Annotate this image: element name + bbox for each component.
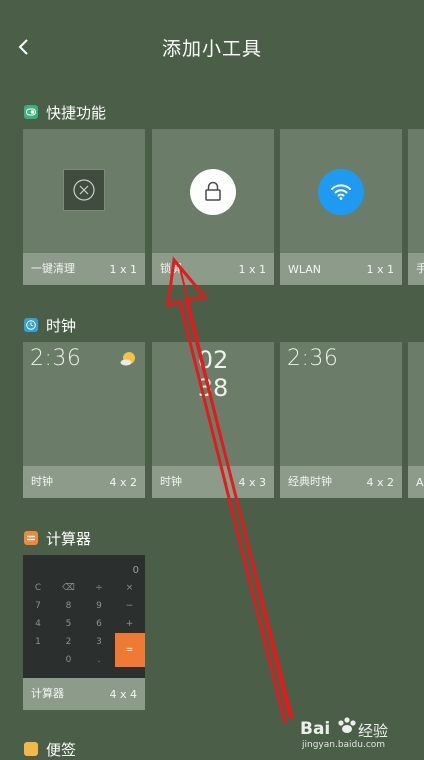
watermark-url: jingyan.baidu.com bbox=[302, 740, 386, 750]
watermark: Bai 经验 jingyan.baidu.com bbox=[296, 713, 416, 753]
watermark-brand-cn: 经验 bbox=[358, 722, 389, 740]
watermark-brand: Bai bbox=[300, 719, 331, 739]
annotation-arrow bbox=[166, 256, 294, 724]
